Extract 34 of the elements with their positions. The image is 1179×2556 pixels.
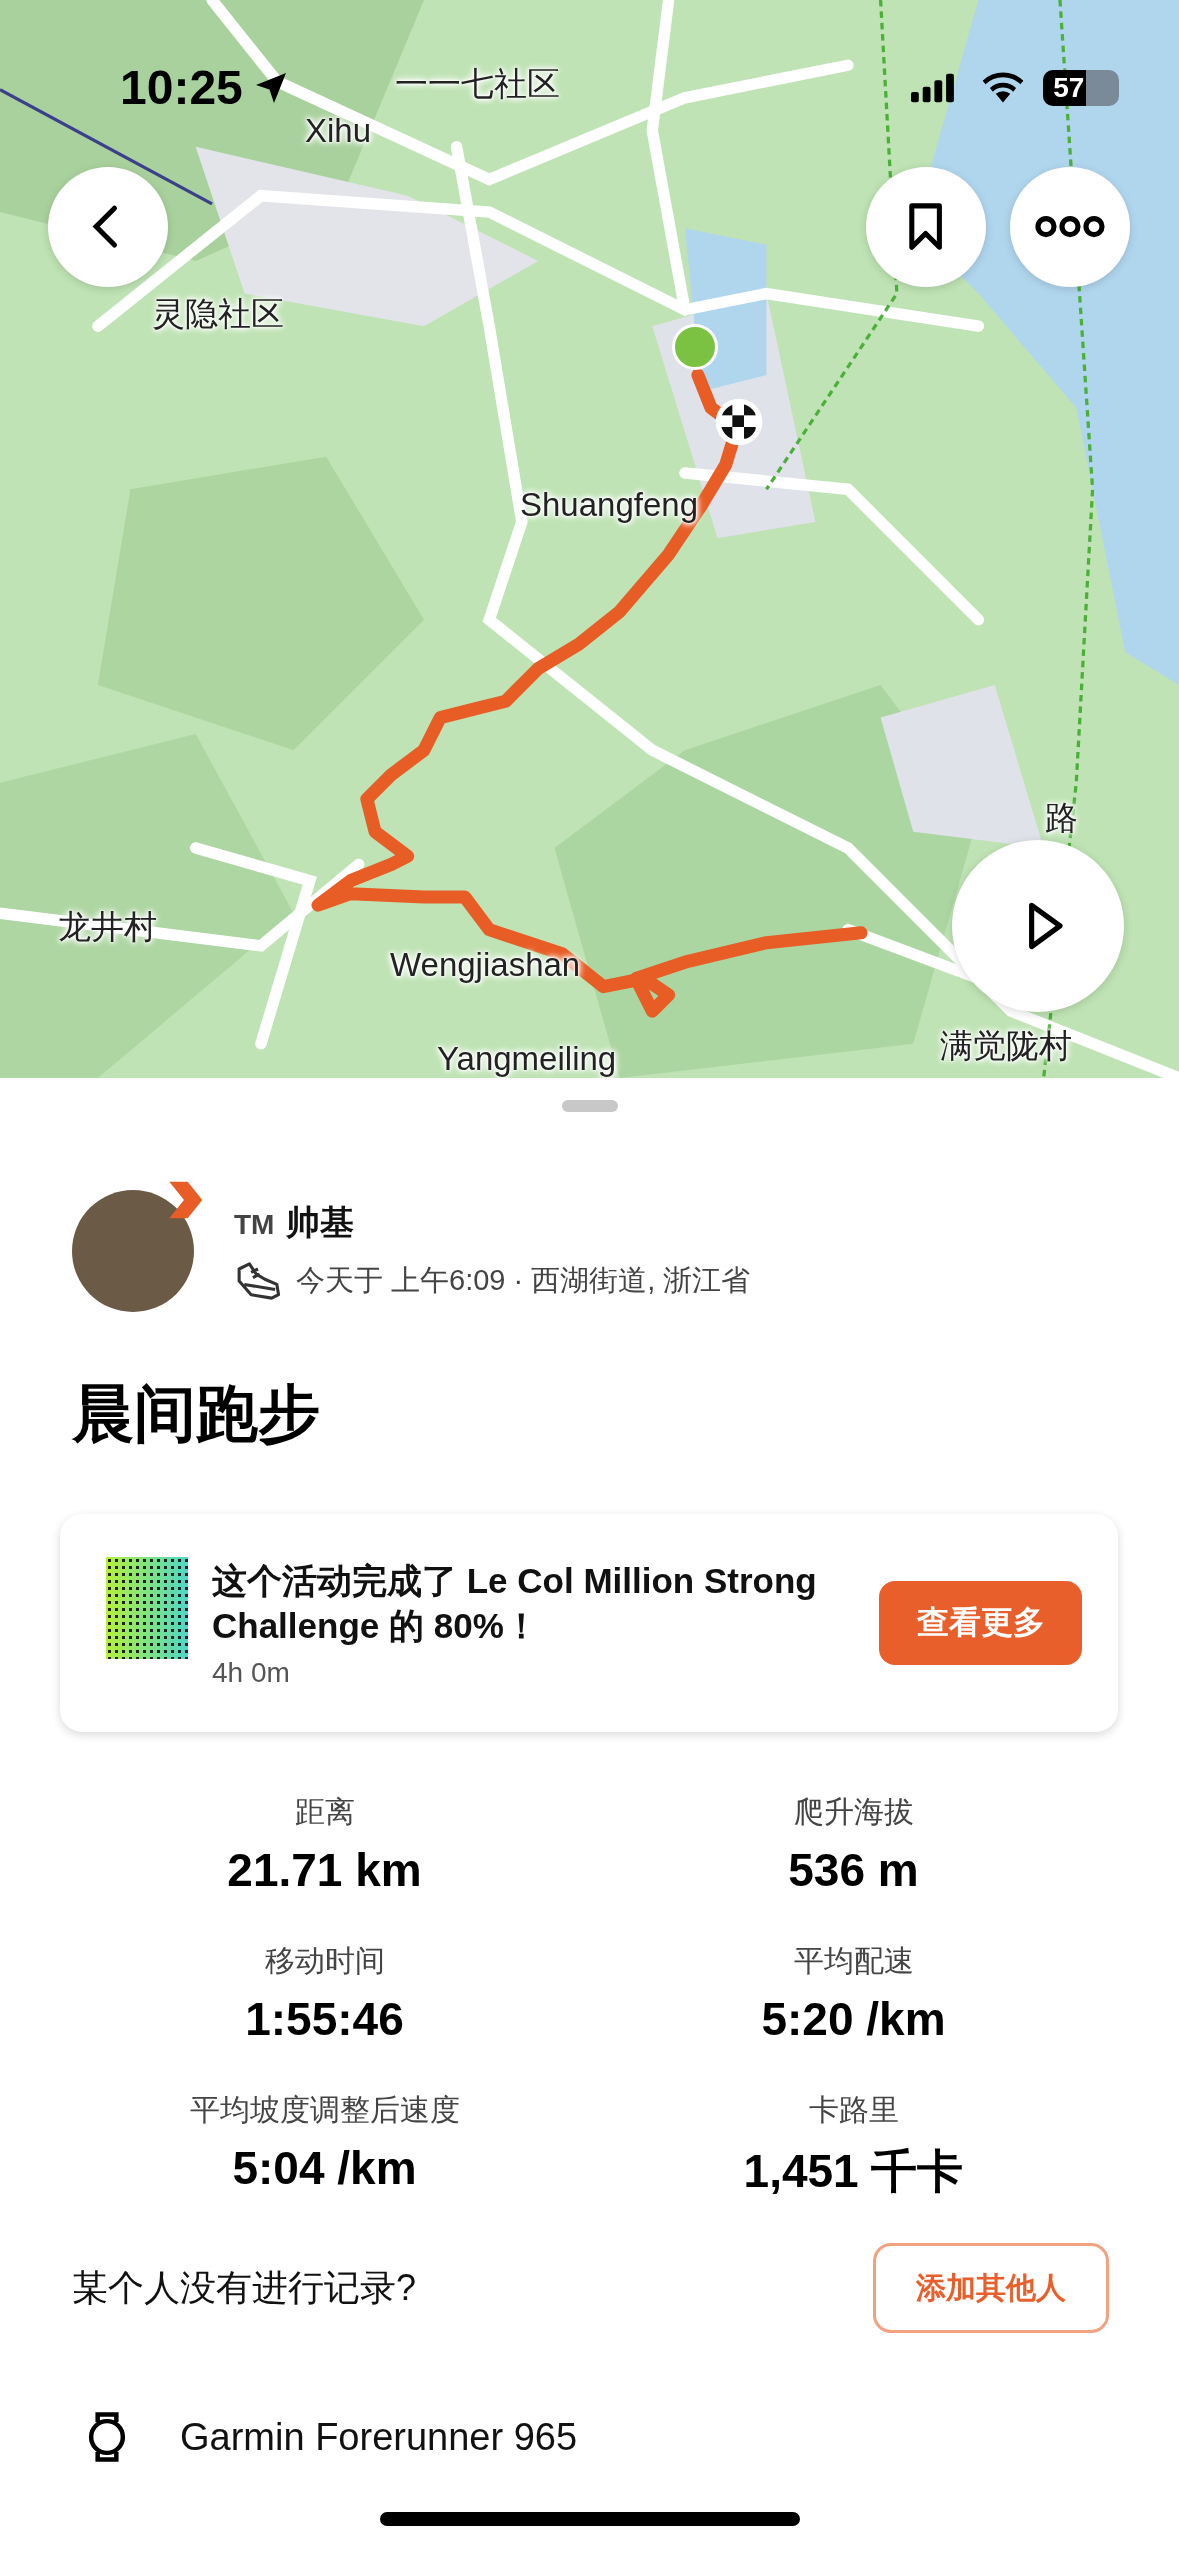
challenge-card[interactable]: 这个活动完成了 Le Col Million Strong Challenge 的 80%！ 4h 0m 查看更多	[60, 1514, 1118, 1732]
athlete-tm-label: TM	[234, 1209, 275, 1241]
stat-value: 21.71 km	[227, 1843, 422, 1897]
stat-label: 卡路里	[808, 2092, 899, 2128]
activity-title: 晨间跑步	[72, 1378, 321, 1450]
map-place-label: 满觉陇村	[940, 1026, 1072, 1066]
stat-value: 5:20 /km	[761, 1992, 946, 2046]
drag-handle[interactable]	[561, 1100, 618, 1112]
stat-value: 1,451 千卡	[743, 2144, 964, 2199]
stat-label: 平均配速	[793, 1943, 914, 1979]
map-place-label: 灵隐社区	[152, 294, 284, 334]
activity-meta: 今天于 上午6:09 · 西湖街道, 浙江省	[296, 1263, 751, 1298]
wifi-icon	[981, 71, 1025, 104]
stat-value: 5:04 /km	[232, 2141, 417, 2195]
finish-marker	[714, 397, 764, 447]
challenge-text: 这个活动完成了 Le Col Million Strong Challenge 的 80%！	[212, 1559, 818, 1647]
map-place-label: Shuangfeng	[520, 486, 698, 524]
map-place-label: Yangmeiling	[437, 1040, 617, 1078]
stat-label: 距离	[294, 1794, 355, 1830]
athlete-name[interactable]: 帅基	[286, 1200, 355, 1246]
status-time: 10:25	[120, 60, 243, 115]
battery-icon: 57	[1043, 69, 1119, 106]
stat-label: 爬升海拔	[793, 1794, 914, 1830]
challenge-duration: 4h 0m	[212, 1656, 291, 1689]
map-place-label: 路	[1045, 800, 1078, 837]
stat-label: 移动时间	[264, 1943, 385, 1979]
stat-value: 536 m	[788, 1843, 919, 1897]
stat-label: 平均坡度调整后速度	[189, 2092, 460, 2128]
map-place-label: 一一七社区	[395, 64, 560, 104]
map-place-label: Xihu	[305, 112, 372, 150]
add-others-prompt: 某个人没有进行记录?	[72, 2265, 417, 2310]
stat-value: 1:55:46	[245, 1992, 404, 2046]
map-place-label: 龙井村	[58, 907, 157, 947]
device-name[interactable]: Garmin Forerunner 965	[180, 2415, 578, 2459]
